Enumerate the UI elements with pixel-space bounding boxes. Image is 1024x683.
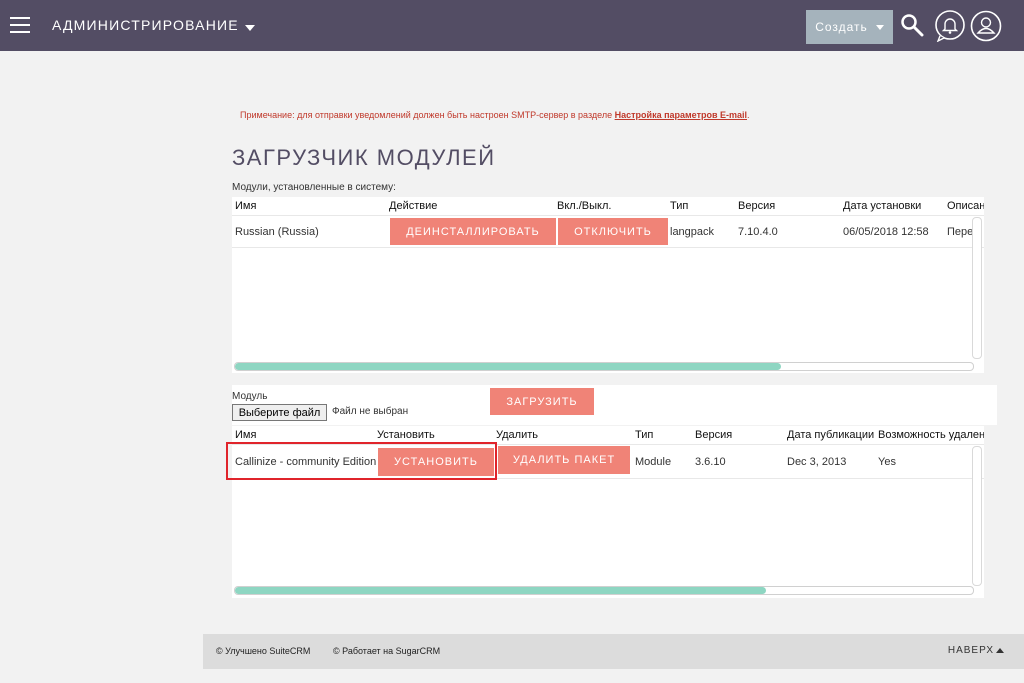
package-type: Module — [635, 456, 672, 468]
email-settings-link[interactable]: Настройка параметров E-mail — [615, 110, 747, 120]
header-divider — [232, 215, 984, 216]
module-install-date: 06/05/2018 12:58 — [843, 226, 929, 238]
row-divider — [232, 247, 984, 248]
search-icon[interactable] — [900, 13, 924, 37]
module-type: langpack — [670, 226, 715, 238]
column-header-version: Версия — [695, 429, 733, 441]
column-header-enable: Вкл./Выкл. — [557, 200, 612, 212]
notifications-bell-icon[interactable] — [934, 10, 966, 42]
horizontal-scrollbar[interactable] — [234, 362, 974, 371]
admin-menu-label: АДМИНИСТРИРОВАНИЕ — [52, 17, 239, 33]
choose-file-button[interactable]: Выберите файл — [232, 404, 327, 421]
column-header-name: Имя — [235, 429, 257, 441]
module-version: 7.10.4.0 — [738, 226, 778, 238]
sugarcrm-credit: © Работает на SugarCRM — [333, 646, 441, 656]
module-description: Пере — [947, 226, 974, 238]
installed-modules-table: Имя Действие Вкл./Выкл. Тип Версия Дата … — [232, 197, 984, 373]
suitecrm-credit: © Улучшено SuiteCRM — [216, 646, 311, 656]
column-header-description: Описан — [947, 200, 984, 212]
module-name: Russian (Russia) — [235, 226, 319, 238]
column-header-install-date: Дата установки — [843, 200, 922, 212]
chevron-down-icon — [875, 24, 884, 30]
hamburger-menu-icon[interactable] — [10, 17, 30, 33]
upload-button[interactable]: ЗАГРУЗИТЬ — [490, 388, 594, 415]
create-button[interactable]: Создать — [806, 10, 893, 44]
column-header-install: Установить — [377, 429, 435, 441]
vertical-scrollbar[interactable] — [972, 446, 982, 586]
scrollbar-thumb[interactable] — [235, 587, 767, 594]
column-header-name: Имя — [235, 200, 257, 212]
installed-modules-label: Модули, установленные в систему: — [232, 182, 396, 193]
admin-menu[interactable]: АДМИНИСТРИРОВАНИЕ — [52, 17, 255, 33]
column-header-type: Тип — [670, 200, 689, 212]
top-navbar: АДМИНИСТРИРОВАНИЕ Создать — [0, 0, 1024, 51]
delete-package-button[interactable]: УДАЛИТЬ ПАКЕТ — [498, 446, 630, 474]
chevron-down-icon — [244, 25, 255, 32]
package-version: 3.6.10 — [695, 456, 726, 468]
uninstall-button[interactable]: ДЕИНСТАЛЛИРОВАТЬ — [390, 218, 556, 245]
horizontal-scrollbar[interactable] — [234, 586, 974, 595]
column-header-delete: Удалить — [496, 429, 538, 441]
scrollbar-thumb[interactable] — [235, 363, 782, 370]
vertical-scrollbar[interactable] — [972, 217, 982, 359]
smtp-note-suffix: . — [747, 110, 750, 120]
column-header-type: Тип — [635, 429, 654, 441]
column-header-publish-date: Дата публикации — [787, 429, 875, 441]
column-header-removable: Возможность удален — [878, 429, 984, 441]
footer: © Улучшено SuiteCRM © Работает на SugarC… — [203, 634, 1024, 669]
highlight-box — [226, 442, 497, 480]
package-publish-date: Dec 3, 2013 — [787, 456, 847, 468]
smtp-note: Примечание: для отправки уведомлений дол… — [240, 110, 750, 120]
page-title: ЗАГРУЗЧИК МОДУЛЕЙ — [232, 145, 496, 170]
caret-up-icon — [996, 648, 1004, 653]
upload-area: Модуль Выберите файл Файл не выбран ЗАГР… — [232, 385, 997, 425]
no-file-chosen-text: Файл не выбран — [332, 406, 409, 417]
smtp-note-text: Примечание: для отправки уведомлений дол… — [240, 110, 613, 120]
create-button-label: Создать — [815, 20, 868, 34]
module-field-label: Модуль — [232, 391, 268, 402]
disable-button[interactable]: ОТКЛЮЧИТЬ — [558, 218, 668, 245]
column-header-version: Версия — [738, 200, 776, 212]
user-avatar-icon[interactable] — [970, 10, 1002, 42]
column-header-action: Действие — [389, 200, 438, 212]
back-to-top-link[interactable]: НАВЕРХ — [948, 645, 994, 656]
package-removable: Yes — [878, 456, 896, 468]
